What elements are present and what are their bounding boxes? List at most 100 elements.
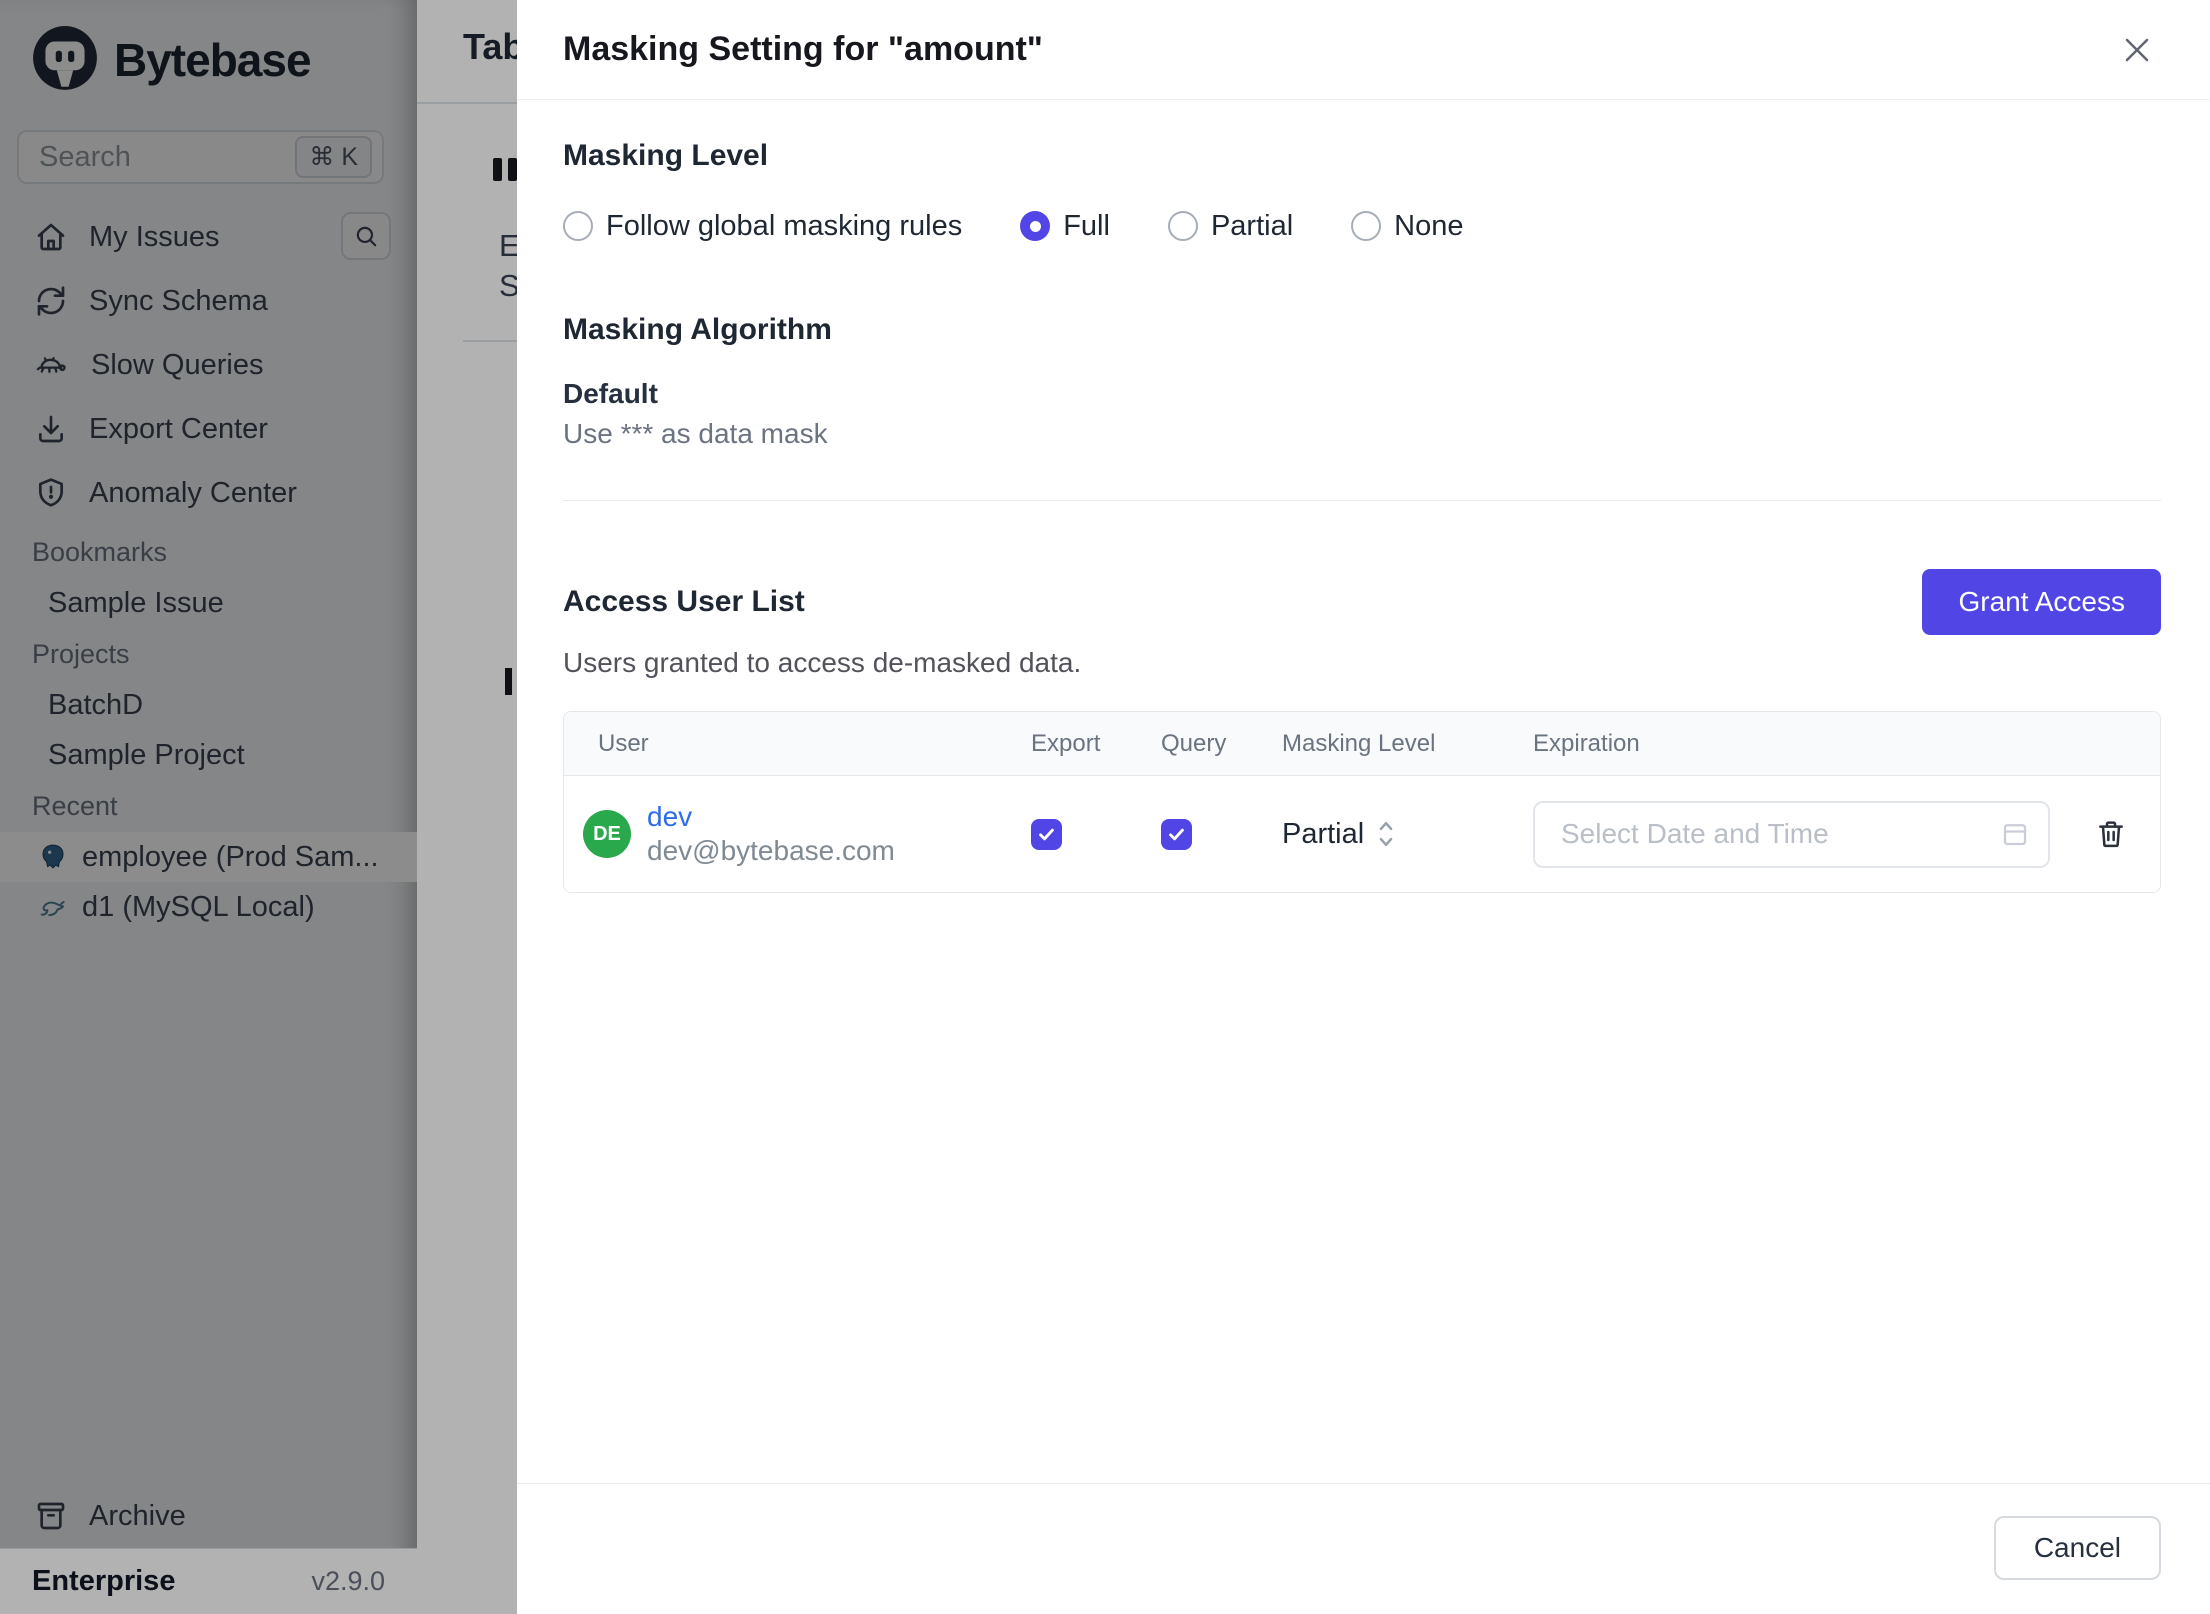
search-icon [356, 226, 377, 247]
mysql-icon [40, 901, 65, 917]
close-button[interactable] [2116, 29, 2158, 71]
issue-search-button[interactable] [341, 212, 391, 260]
access-user-list-subtitle: Users granted to access de-masked data. [563, 647, 1082, 678]
modal-header: Masking Setting for "amount" [517, 0, 2210, 100]
sidebar-item-label: Slow Queries [91, 348, 264, 381]
sidebar-item-sample-project[interactable]: Sample Project [0, 730, 417, 780]
close-icon [2125, 38, 2149, 61]
check-icon [1039, 828, 1054, 840]
masking-level-cell: Partial [1282, 818, 1533, 851]
radio-circle-selected[interactable] [1020, 211, 1051, 241]
sidebar-groups: Bookmarks Sample Issue Projects BatchD S… [0, 526, 417, 932]
background-tab-title-fragment: Tab [463, 26, 517, 67]
masking-setting-modal: Masking Setting for "amount" Masking Lev… [517, 0, 2210, 1614]
query-checkbox[interactable] [1161, 818, 1192, 850]
section-label-projects: Projects [32, 638, 130, 669]
delete-access-button[interactable] [2091, 813, 2131, 855]
table-header-row: User Export Query Masking Level Expirati… [564, 712, 2160, 776]
sidebar-item-employee-db[interactable]: employee (Prod Sam... [0, 832, 417, 882]
algorithm-name: Default [563, 378, 658, 409]
background-text-fragment [505, 668, 512, 695]
masking-level-select[interactable]: Partial [1282, 818, 1533, 851]
search-input[interactable] [37, 139, 296, 175]
sidebar-item-archive[interactable]: Archive [0, 1484, 417, 1548]
sidebar-item-label: d1 (MySQL Local) [82, 890, 315, 923]
radio-label: Full [1063, 209, 1110, 242]
sidebar-item-label: employee (Prod Sam... [82, 840, 379, 873]
bytebase-logo-icon [33, 26, 97, 90]
radio-circle[interactable] [1351, 211, 1382, 241]
export-checkbox[interactable] [1031, 818, 1062, 850]
radio-full[interactable]: Full [1020, 210, 1110, 243]
radio-label: Partial [1210, 209, 1294, 242]
modal-body: Masking Level Follow global masking rule… [517, 138, 2210, 893]
app-root: Bytebase ⌘ K My Issues Sync Schema [0, 0, 2210, 1614]
modal-footer: Cancel [517, 1483, 2210, 1614]
column-header-export: Export [1031, 729, 1101, 757]
radio-circle[interactable] [1167, 211, 1198, 241]
radio-partial[interactable]: Partial [1167, 209, 1294, 243]
access-user-list-heading: Access User List [563, 585, 805, 618]
radio-follow-global-rules[interactable]: Follow global masking rules [563, 210, 962, 243]
sidebar-item-anomaly-center[interactable]: Anomaly Center [0, 461, 417, 525]
sidebar-item-export-center[interactable]: Export Center [0, 397, 417, 461]
background-letter-fragment: E [499, 228, 517, 263]
background-page-strip: Tab E S [417, 0, 517, 1614]
access-user-list-header: Access User List Grant Access [563, 569, 2161, 635]
masking-level-radio-group: Follow global masking rules Full Partial… [563, 206, 2161, 246]
radio-circle[interactable] [563, 211, 593, 241]
sidebar-item-label: Archive [89, 1499, 186, 1532]
sidebar: Bytebase ⌘ K My Issues Sync Schema [0, 0, 417, 1614]
check-icon [1169, 828, 1184, 840]
calendar-icon [2003, 824, 2027, 846]
masking-level-value: Partial [1282, 817, 1365, 850]
modal-title: Masking Setting for "amount" [563, 30, 1043, 68]
avatar: DE [583, 810, 631, 858]
grant-access-button[interactable]: Grant Access [1922, 569, 2161, 635]
download-icon [39, 415, 63, 443]
logo[interactable]: Bytebase [0, 0, 417, 95]
sidebar-item-label: My Issues [89, 220, 220, 253]
radio-label: Follow global masking rules [606, 209, 963, 242]
subscription-bar[interactable]: Enterprise v2.9.0 [0, 1548, 417, 1614]
column-header-user: User [598, 729, 649, 757]
cancel-button[interactable]: Cancel [1993, 1516, 2161, 1580]
sidebar-item-d1-db[interactable]: d1 (MySQL Local) [0, 882, 417, 932]
expiration-cell [1533, 800, 2160, 868]
masking-level-heading: Masking Level [563, 139, 769, 172]
archive-row: Archive [0, 1484, 417, 1548]
column-header-masking-level: Masking Level [1282, 729, 1436, 757]
section-label-bookmarks: Bookmarks [32, 536, 168, 567]
radio-label: None [1394, 209, 1464, 242]
access-user-table: User Export Query Masking Level Expirati… [563, 711, 2161, 893]
sync-icon [37, 286, 65, 316]
section-label-recent: Recent [32, 790, 118, 821]
column-header-expiration: Expiration [1533, 729, 1640, 757]
shield-icon [39, 478, 63, 507]
background-letter-fragment: S [499, 268, 517, 303]
user-cell: DE dev dev@bytebase.com [564, 800, 1031, 868]
table-row: DE dev dev@bytebase.com Partial Select D… [564, 776, 2160, 892]
chevron-up-down-icon [1379, 821, 1393, 847]
radio-none[interactable]: None [1351, 210, 1463, 243]
sidebar-item-label: Sync Schema [89, 284, 268, 317]
plan-name: Enterprise [32, 1565, 176, 1597]
divider [417, 102, 517, 104]
user-name-link[interactable]: dev [647, 800, 895, 834]
sidebar-item-sync-schema[interactable]: Sync Schema [0, 269, 417, 333]
trash-icon [2099, 821, 2123, 848]
sidebar-search[interactable]: ⌘ K [17, 130, 384, 184]
sidebar-item-batchd[interactable]: BatchD [0, 680, 417, 730]
expiration-input[interactable] [1559, 817, 2000, 851]
divider [563, 500, 2161, 501]
query-cell [1161, 818, 1282, 850]
sidebar-item-sample-issue[interactable]: Sample Issue [0, 578, 417, 628]
masking-algorithm-heading: Masking Algorithm [563, 313, 832, 346]
sidebar-item-label: Anomaly Center [89, 476, 297, 509]
postgresql-icon [42, 844, 64, 869]
sidebar-item-slow-queries[interactable]: Slow Queries [0, 333, 417, 397]
expiration-datepicker[interactable] [1533, 800, 2050, 868]
archive-icon [37, 1502, 65, 1530]
user-email: dev@bytebase.com [647, 835, 895, 866]
column-bars-fragment [493, 158, 517, 181]
